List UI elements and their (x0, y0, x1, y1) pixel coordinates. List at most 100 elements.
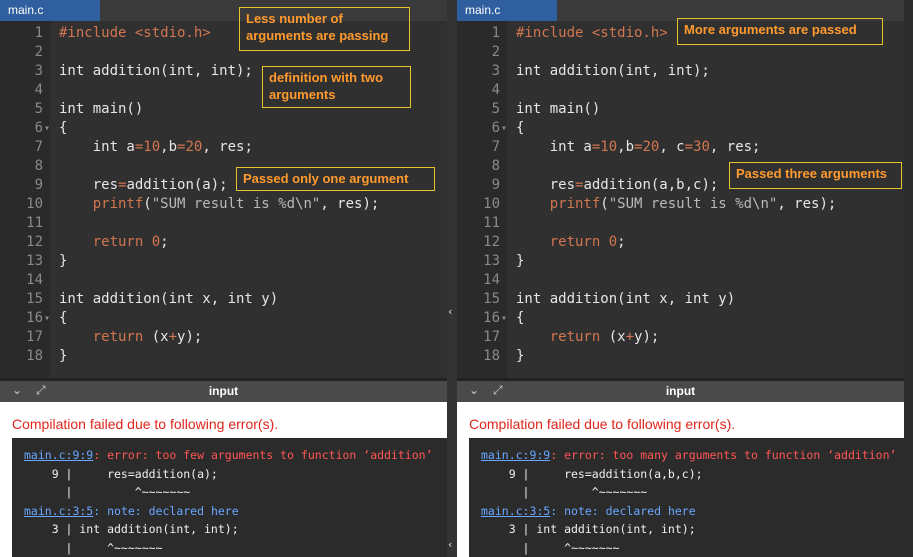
annotation-more-arguments: More arguments are passed (677, 18, 883, 45)
code-text: int a=10,b=20, c=30, res; (516, 139, 761, 155)
code-text: { (59, 120, 68, 136)
code-line[interactable]: 16 ▾ { (0, 309, 447, 328)
code-line[interactable]: 15 int addition(int x, int y) (0, 290, 447, 309)
code-line[interactable]: 18} (457, 347, 904, 366)
line-number: 15 (483, 291, 500, 307)
error-title: Compilation failed due to following erro… (469, 416, 736, 432)
console-line: | ^~~~~~~~ (481, 540, 620, 555)
code-line[interactable]: 17 return (x+y); (457, 328, 904, 347)
console-line: main.c:3:5: note: declared here (481, 503, 696, 518)
error-location-link[interactable]: main.c:9:9 (24, 448, 93, 462)
code-text: printf("SUM result is %d\n", res); (516, 196, 837, 212)
code-line[interactable]: 10 printf("SUM result is %d\n", res); (0, 195, 447, 214)
output-area: Compilation failed due to following erro… (457, 402, 904, 557)
tab-main-c[interactable]: main.c (0, 0, 100, 21)
line-number: 15 (26, 291, 43, 307)
code-line[interactable]: 11 (457, 214, 904, 233)
error-location-link[interactable]: main.c:9:9 (481, 448, 550, 462)
fold-arrow-icon[interactable]: ▾ (501, 119, 507, 138)
line-number: 7 (491, 139, 500, 155)
code-text: } (59, 253, 68, 269)
console-line: 9 | res=addition(a); (24, 466, 218, 481)
code-line[interactable]: 6 ▾ { (457, 119, 904, 138)
code-text: int addition(int x, int y) (59, 291, 279, 307)
code-line[interactable]: 5 int main() (457, 100, 904, 119)
console-line: 9 | res=addition(a,b,c); (481, 466, 703, 481)
line-number: 17 (483, 329, 500, 345)
error-location-link[interactable]: main.c:3:5 (24, 504, 93, 518)
line-number: 11 (483, 215, 500, 231)
code-text: } (516, 348, 525, 364)
code-text: int addition(int, int); (516, 63, 710, 79)
code-text: { (516, 120, 525, 136)
code-line[interactable]: 12 return 0; (457, 233, 904, 252)
line-number: 16 (26, 310, 43, 326)
compiler-console: main.c:9:9: error: too few arguments to … (12, 438, 447, 557)
code-line[interactable]: 10 printf("SUM result is %d\n", res); (457, 195, 904, 214)
line-number: 7 (34, 139, 43, 155)
code-line[interactable]: 14 (0, 271, 447, 290)
code-line[interactable]: 17 return (x+y); (0, 328, 447, 347)
fold-arrow-icon[interactable]: ▾ (501, 309, 507, 328)
left-panel: main.c 1 #include <stdio.h> 2 3 int addition… (0, 0, 447, 557)
code-text: return (x+y); (59, 329, 203, 345)
code-text: printf("SUM result is %d\n", res); (59, 196, 380, 212)
code-line[interactable]: 2 (457, 43, 904, 62)
tab-main-c[interactable]: main.c (457, 0, 557, 21)
code-text: } (516, 253, 525, 269)
code-text: return 0; (516, 234, 626, 250)
code-line[interactable]: 15 int addition(int x, int y) (457, 290, 904, 309)
console-line: | ^~~~~~~~ (481, 485, 648, 499)
line-number: 3 (491, 63, 500, 79)
code-line[interactable]: 13} (0, 252, 447, 271)
line-number: 5 (34, 101, 43, 117)
line-number: 8 (34, 158, 43, 174)
input-title: input (665, 384, 696, 398)
line-number: 10 (26, 196, 43, 212)
line-number: 6 (491, 120, 500, 136)
code-line[interactable]: 14 (457, 271, 904, 290)
code-line[interactable]: 18} (0, 347, 447, 366)
code-text: { (59, 310, 68, 326)
annotation-three-arguments: Passed three arguments (729, 162, 902, 189)
code-line[interactable]: 3 int addition(int, int); (457, 62, 904, 81)
code-line[interactable]: 13} (457, 252, 904, 271)
console-line: main.c:3:5: note: declared here (24, 503, 239, 518)
line-number: 12 (483, 234, 500, 250)
line-number: 14 (483, 272, 500, 288)
code-line[interactable]: 12 return 0; (0, 233, 447, 252)
code-line[interactable]: 6 ▾ { (0, 119, 447, 138)
line-number: 17 (26, 329, 43, 345)
code-text: return 0; (59, 234, 169, 250)
line-number: 2 (491, 44, 500, 60)
line-number: 5 (491, 101, 500, 117)
input-bar[interactable]: ⌄ ⤢ input (457, 378, 904, 402)
line-number: 18 (26, 348, 43, 364)
fold-arrow-icon[interactable]: ▾ (44, 309, 50, 328)
error-location-link[interactable]: main.c:3:5 (481, 504, 550, 518)
line-number: 13 (483, 253, 500, 269)
code-line[interactable]: 11 (0, 214, 447, 233)
line-number: 13 (26, 253, 43, 269)
code-text: { (516, 310, 525, 326)
line-number: 16 (483, 310, 500, 326)
line-number: 9 (491, 177, 500, 193)
code-text: return (x+y); (516, 329, 660, 345)
line-number: 9 (34, 177, 43, 193)
input-bar[interactable]: ⌄ ⤢ input (0, 378, 447, 402)
line-number: 11 (26, 215, 43, 231)
code-text: #include <stdio.h> (59, 25, 211, 41)
annotation-one-argument: Passed only one argument (236, 167, 435, 191)
fold-arrow-icon[interactable]: ▾ (44, 119, 50, 138)
code-line[interactable]: 7 int a=10,b=20, res; (0, 138, 447, 157)
panel-divider: ‹ ‹ (447, 0, 457, 557)
code-line[interactable]: 4 (457, 81, 904, 100)
code-line[interactable]: 16 ▾ { (457, 309, 904, 328)
console-line: main.c:9:9: error: too few arguments to … (24, 448, 433, 462)
code-editor[interactable]: 1 #include <stdio.h> 2 3 int addition(int, i… (457, 21, 904, 378)
console-line: | ^~~~~~~~ (24, 540, 163, 555)
console-line: main.c:9:9: error: too many arguments to… (481, 448, 897, 462)
code-line[interactable]: 7 int a=10,b=20, c=30, res; (457, 138, 904, 157)
input-title: input (208, 384, 239, 398)
console-line: 3 | int addition(int, int); (481, 522, 696, 536)
